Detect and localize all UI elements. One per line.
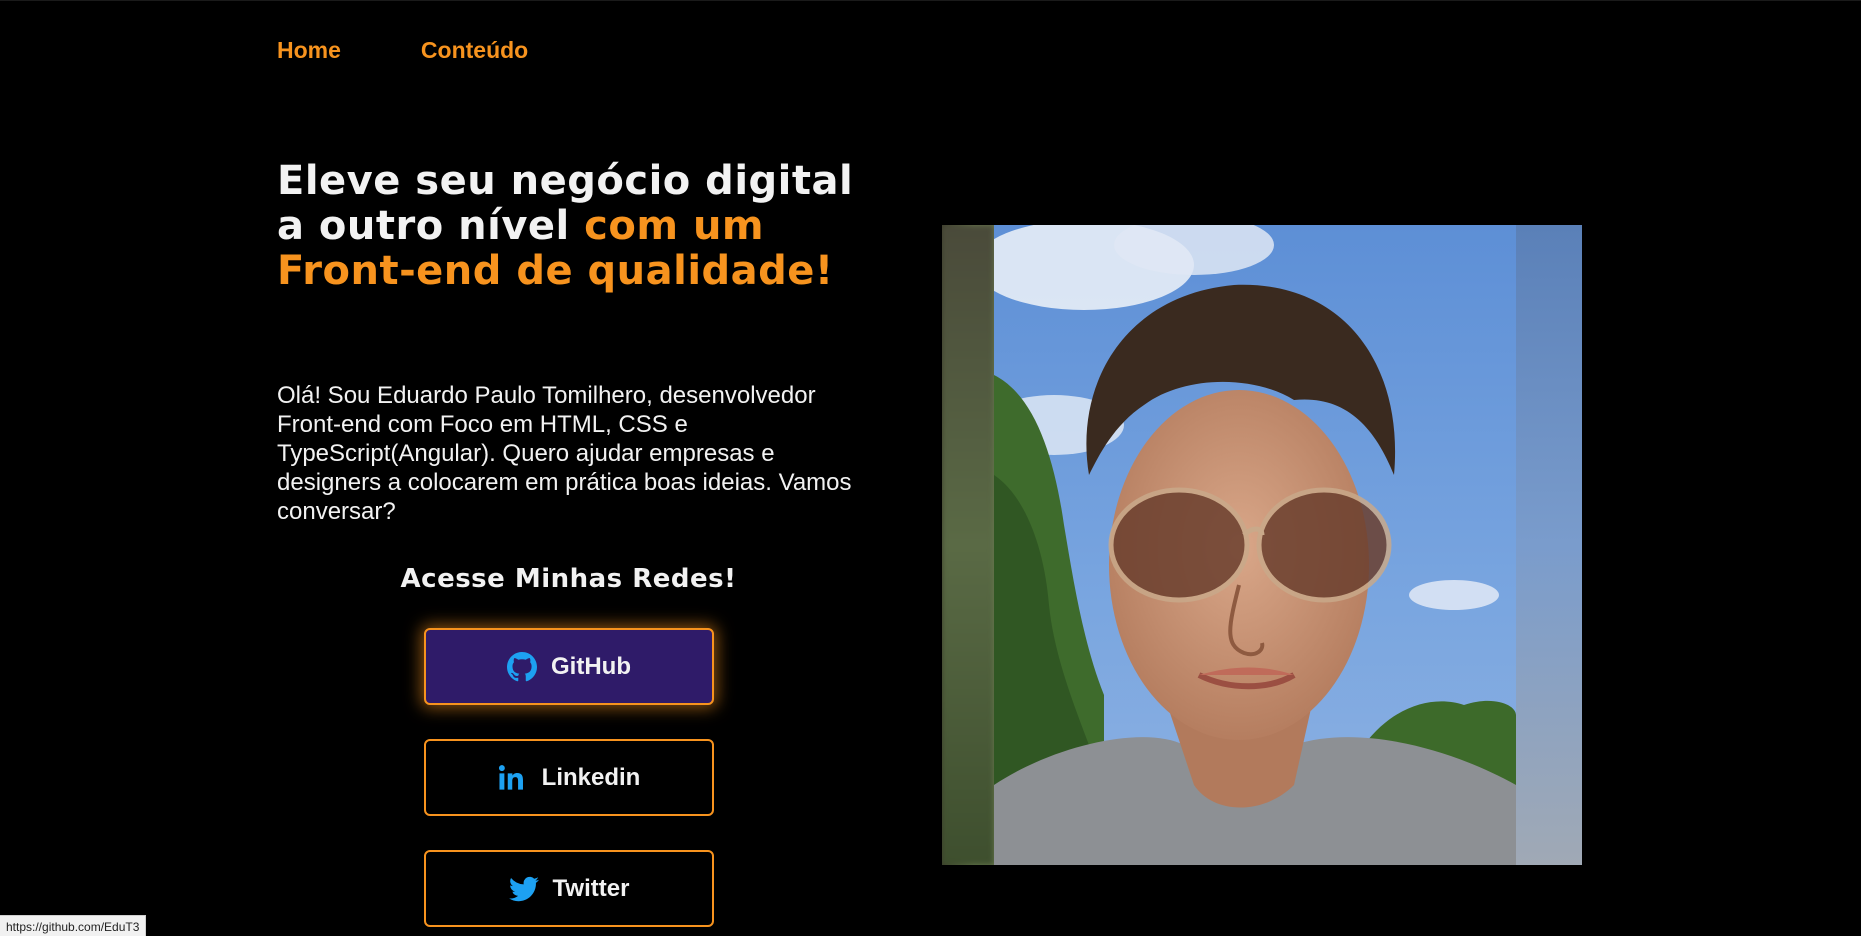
github-icon: [507, 651, 537, 682]
linkedin-label: Linkedin: [541, 763, 641, 791]
hero-title: Eleve seu negócio digital a outro nível …: [277, 159, 877, 294]
twitter-button[interactable]: Twitter: [424, 850, 714, 927]
page: Home Conteúdo Eleve seu negócio digital …: [0, 0, 1861, 936]
github-button[interactable]: GitHub: [424, 628, 714, 705]
github-label: GitHub: [551, 652, 631, 680]
linkedin-button[interactable]: Linkedin: [424, 739, 714, 816]
nav-home-link[interactable]: Home: [277, 37, 341, 64]
twitter-icon: [508, 874, 539, 904]
linkedin-icon: [498, 763, 528, 793]
top-nav: Home Conteúdo: [277, 37, 528, 64]
nav-content-link[interactable]: Conteúdo: [421, 37, 528, 64]
hero-description: Olá! Sou Eduardo Paulo Tomilhero, desenv…: [277, 382, 852, 525]
photo-blur-left: [942, 225, 994, 865]
twitter-label: Twitter: [552, 874, 630, 902]
profile-photo-illustration: [994, 225, 1516, 865]
profile-photo: [942, 225, 1582, 865]
hero-title-plain: Eleve seu negócio digital a outro nível: [277, 158, 854, 249]
status-bar-url: https://github.com/EduT3: [0, 915, 147, 936]
photo-blur-right: [1516, 225, 1582, 865]
social-heading: Acesse Minhas Redes!: [400, 564, 737, 594]
